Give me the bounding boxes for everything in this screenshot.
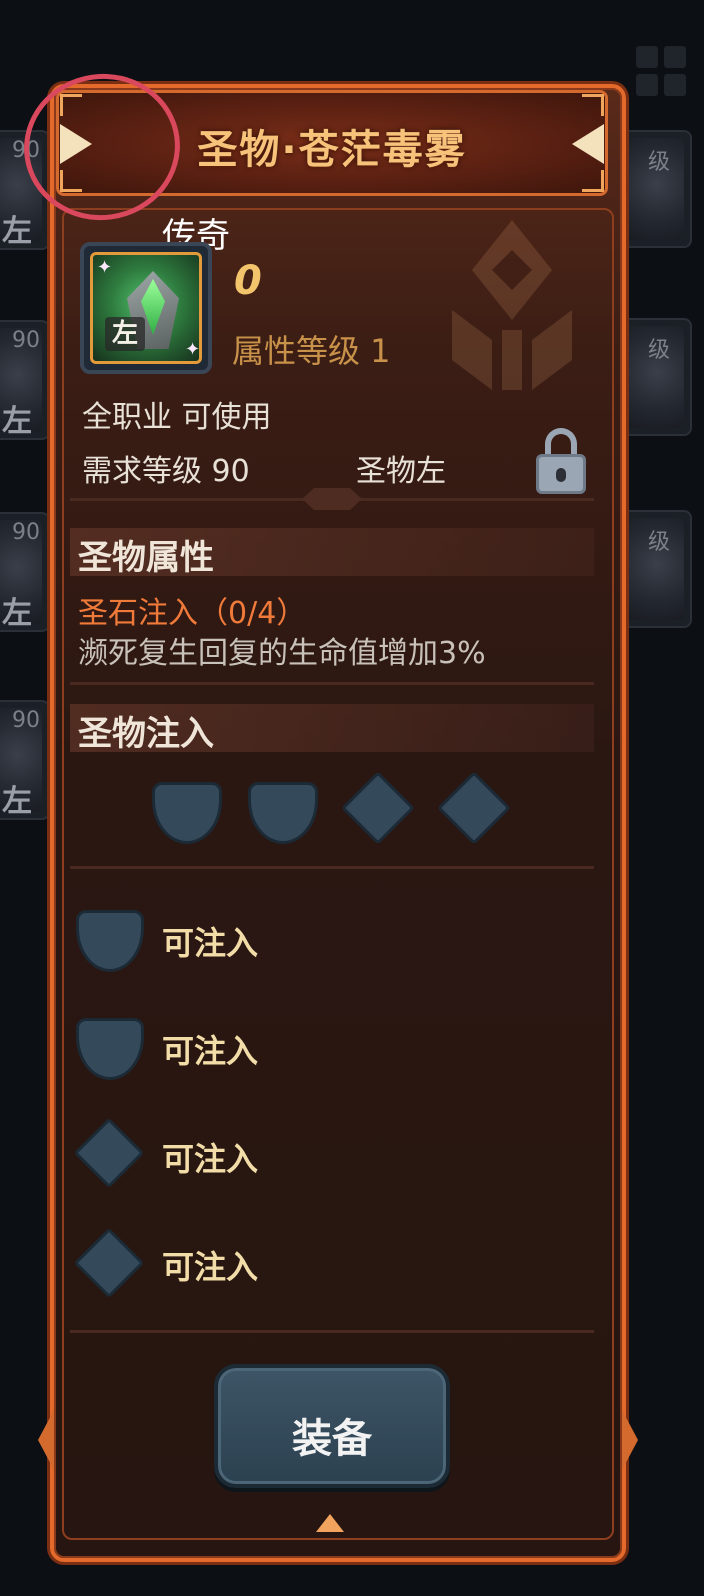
required-level: 需求等级 90 bbox=[82, 454, 250, 489]
inventory-slot[interactable]: 90 左 bbox=[0, 700, 50, 820]
slot-level: 级 bbox=[648, 150, 671, 175]
job-restriction: 全职业 可使用 bbox=[82, 400, 272, 435]
attribute-level: 属性等级 1 bbox=[232, 332, 391, 370]
equip-button[interactable]: 装备 bbox=[214, 1364, 450, 1488]
section-divider bbox=[70, 866, 594, 869]
relic-attributes-title: 圣物属性 bbox=[78, 538, 214, 578]
infusion-slot-label: 可注入 bbox=[162, 1032, 259, 1070]
grid-view-icon[interactable] bbox=[636, 46, 688, 98]
inventory-slot[interactable]: 级 bbox=[616, 510, 692, 628]
next-item-arrow-icon[interactable] bbox=[572, 124, 604, 164]
infusion-slot-label: 可注入 bbox=[162, 1248, 259, 1286]
infusion-slot-label: 可注入 bbox=[162, 1140, 259, 1178]
divider-ornament bbox=[302, 488, 362, 510]
inventory-slot[interactable]: 级 bbox=[616, 130, 692, 248]
section-divider bbox=[70, 1330, 594, 1333]
slot-side: 左 bbox=[2, 214, 32, 249]
item-icon-frame: ✦ ✦ 左 bbox=[90, 252, 202, 364]
slot-side: 左 bbox=[2, 404, 32, 439]
item-side-tag: 左 bbox=[105, 317, 145, 351]
slot-level: 级 bbox=[648, 530, 671, 555]
inventory-slot[interactable]: 级 bbox=[616, 318, 692, 436]
header-corner-ornament bbox=[582, 170, 604, 192]
section-divider bbox=[70, 682, 594, 685]
equip-button-label: 装备 bbox=[292, 1416, 372, 1462]
slot-level: 90 bbox=[12, 520, 40, 545]
lock-icon[interactable] bbox=[536, 428, 586, 494]
item-icon[interactable]: ✦ ✦ 左 bbox=[80, 242, 212, 374]
inventory-slot[interactable]: 90 左 bbox=[0, 320, 50, 440]
slot-side: 左 bbox=[2, 784, 32, 819]
sparkle-icon: ✦ bbox=[185, 339, 201, 360]
panel-side-ornament bbox=[38, 1410, 54, 1470]
slot-level: 90 bbox=[12, 328, 40, 353]
sparkle-icon: ✦ bbox=[97, 257, 113, 278]
enhance-level: 0 bbox=[234, 258, 262, 304]
slot-type: 圣物左 bbox=[356, 454, 446, 489]
slot-level: 级 bbox=[648, 338, 671, 363]
infusion-description: 濒死复生回复的生命值增加3% bbox=[78, 636, 486, 671]
relic-infusion-title: 圣物注入 bbox=[78, 714, 214, 754]
panel-side-ornament bbox=[622, 1410, 638, 1470]
slot-level: 90 bbox=[12, 708, 40, 733]
relic-emblem-watermark-icon bbox=[452, 220, 572, 390]
infusion-stat: 圣石注入（0/4） bbox=[78, 596, 307, 631]
slot-side: 左 bbox=[2, 596, 32, 631]
infusion-slot-label: 可注入 bbox=[162, 924, 259, 962]
inventory-slot[interactable]: 90 左 bbox=[0, 512, 50, 632]
header-corner-ornament bbox=[582, 94, 604, 116]
